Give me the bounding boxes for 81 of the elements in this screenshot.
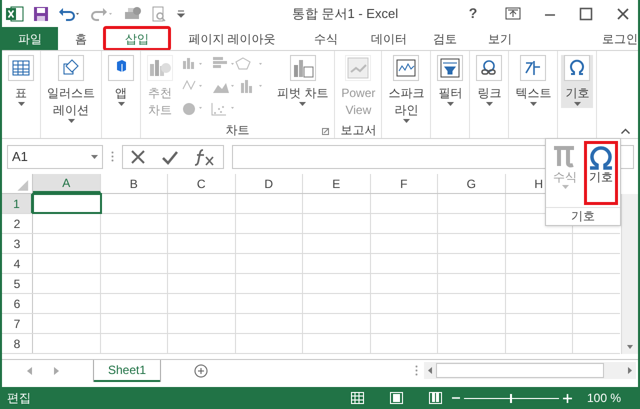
- group-label: 보고서: [340, 122, 376, 139]
- ribbon-tab[interactable]: 검토: [420, 27, 470, 50]
- ribbon-button[interactable]: 일러스트 레이션: [44, 55, 98, 125]
- column-header[interactable]: D: [236, 174, 303, 193]
- row-header[interactable]: 6: [2, 294, 33, 313]
- account-link[interactable]: 로그인: [602, 30, 638, 48]
- row-header[interactable]: 4: [2, 254, 33, 273]
- new-sheet-icon[interactable]: [194, 364, 208, 378]
- close-icon[interactable]: [616, 6, 630, 20]
- scroll-thumb[interactable]: [436, 363, 604, 378]
- ribbon-button[interactable]: 링크: [473, 55, 506, 108]
- column-header[interactable]: E: [303, 174, 370, 193]
- group-label: 기호: [546, 207, 620, 225]
- window-title: 통합 문서1 - Excel: [290, 4, 400, 23]
- omega-icon: [564, 55, 590, 81]
- column-header[interactable]: A: [33, 174, 100, 193]
- ribbon-tab[interactable]: 삽입: [104, 27, 170, 50]
- row-header[interactable]: 8: [2, 334, 33, 353]
- grip-icon: [415, 365, 418, 376]
- ribbon-icon: [290, 55, 316, 81]
- page-layout-icon[interactable]: [390, 392, 403, 404]
- help-button[interactable]: ?: [464, 3, 482, 24]
- grip-icon: [111, 151, 114, 162]
- page-break-icon[interactable]: [428, 392, 442, 404]
- enter-icon[interactable]: [160, 148, 179, 164]
- column-header[interactable]: B: [100, 174, 168, 193]
- ribbon-tab[interactable]: 홈: [58, 27, 104, 50]
- row-header[interactable]: 7: [2, 314, 33, 333]
- ribbon-icon: [147, 55, 173, 81]
- status-mode: 편집: [7, 390, 31, 407]
- slider-thumb[interactable]: [510, 394, 512, 402]
- row-header[interactable]: 5: [2, 274, 33, 293]
- ribbon-button[interactable]: 기호: [561, 55, 594, 108]
- undo-icon[interactable]: [58, 6, 82, 22]
- column-header[interactable]: C: [168, 174, 236, 193]
- ribbon-button[interactable]: 표: [5, 55, 37, 108]
- vertical-scrollbar[interactable]: [621, 194, 638, 354]
- group-label: 차트: [226, 122, 250, 139]
- file-tab[interactable]: 파일: [2, 27, 58, 50]
- excel-logo-icon: [6, 6, 24, 22]
- ribbon-icon: [8, 55, 34, 81]
- normal-view-icon[interactable]: [350, 392, 364, 404]
- collapse-ribbon-icon[interactable]: [621, 128, 630, 134]
- name-box[interactable]: A1: [7, 144, 103, 168]
- ribbon-tab[interactable]: 데이터: [358, 27, 420, 50]
- horizontal-scrollbar[interactable]: [424, 362, 636, 379]
- ribbon-icon: [520, 55, 546, 81]
- ribbon-icon: [476, 55, 502, 81]
- insert-function-icon[interactable]: [194, 148, 216, 166]
- ribbon-icon: [345, 55, 372, 81]
- dropdown-caret-icon: [91, 154, 98, 158]
- ribbon-button[interactable]: 필터: [434, 55, 466, 108]
- ribbon-tab[interactable]: 보기: [470, 27, 530, 50]
- ribbon-display-icon[interactable]: [505, 6, 521, 20]
- row-header[interactable]: 2: [2, 214, 33, 233]
- zoom-in-icon[interactable]: [562, 394, 572, 402]
- customize-icon[interactable]: [176, 8, 186, 18]
- ribbon-button[interactable]: 텍스트: [512, 55, 554, 108]
- printer-icon[interactable]: [124, 6, 142, 22]
- ribbon-button[interactable]: 피벗 차트: [274, 55, 332, 108]
- ribbon-button[interactable]: 스파크 라인: [385, 55, 428, 125]
- ribbon-tab[interactable]: 수식: [294, 27, 358, 50]
- cancel-icon[interactable]: [130, 148, 146, 164]
- ribbon-icon: [58, 55, 84, 81]
- ribbon-icon: [437, 55, 464, 81]
- row-header[interactable]: 1: [2, 194, 33, 213]
- maximize-icon[interactable]: [579, 6, 593, 20]
- dropdown-button[interactable]: 기호: [584, 141, 618, 205]
- active-cell[interactable]: [33, 194, 100, 213]
- sheet-tab[interactable]: Sheet1: [94, 360, 160, 382]
- ribbon-button[interactable]: 앱: [105, 55, 137, 108]
- row-header[interactable]: 3: [2, 234, 33, 253]
- column-header[interactable]: F: [370, 174, 438, 193]
- save-icon[interactable]: [33, 6, 49, 22]
- dialog-launcher-icon[interactable]: [322, 128, 330, 135]
- ribbon-icon: [108, 55, 134, 81]
- ribbon-icon: [393, 55, 420, 81]
- ribbon-tab[interactable]: 페이지 레이아웃: [170, 27, 294, 50]
- zoom-level[interactable]: 100 %: [586, 389, 621, 407]
- column-header[interactable]: G: [438, 174, 506, 193]
- dropdown-caret-icon: [562, 185, 568, 189]
